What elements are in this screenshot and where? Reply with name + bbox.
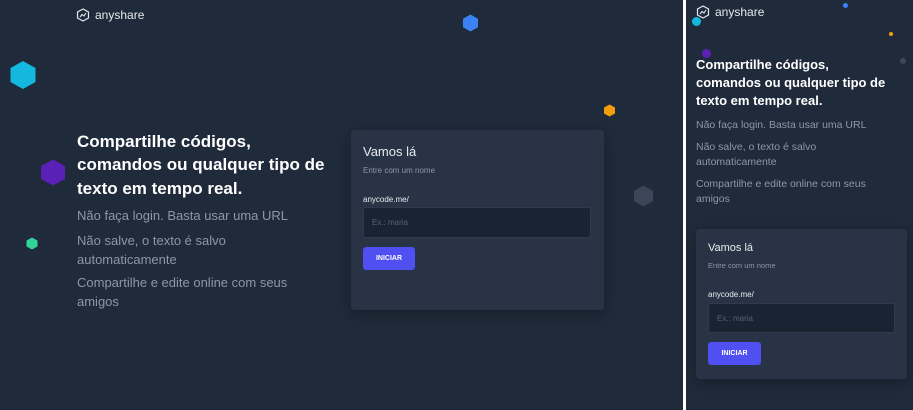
hero-title: Compartilhe códigos, comandos ou qualque… bbox=[696, 56, 911, 110]
feature-no-login: Não faça login. Basta usar uma URL bbox=[696, 118, 866, 133]
feature-line: automaticamente bbox=[696, 156, 777, 169]
brand-name: anyshare bbox=[95, 8, 145, 22]
feature-line: Compartilhe e edite online com seus bbox=[77, 275, 288, 290]
feature-share-online: Compartilhe e edite online com seus amig… bbox=[77, 274, 287, 312]
logo-icon bbox=[76, 8, 90, 22]
name-input[interactable] bbox=[363, 207, 591, 238]
feature-no-login: Não faça login. Basta usar uma URL bbox=[77, 207, 288, 226]
url-prefix-label: anycode.me/ bbox=[363, 195, 409, 204]
dot-orange-decoration bbox=[889, 32, 893, 36]
hexagon-gray-decoration bbox=[634, 185, 653, 207]
card-title: Vamos lá bbox=[363, 144, 417, 159]
feature-line: Não faça login. Basta usar uma URL bbox=[696, 119, 867, 131]
hexagon-purple-decoration bbox=[41, 159, 65, 186]
feature-line: automaticamente bbox=[77, 251, 177, 267]
hero-title-line: comandos ou qualquer tipo de bbox=[77, 155, 325, 175]
dot-blue-decoration bbox=[843, 3, 848, 8]
feature-autosave: Não salve, o texto é salvo automaticamen… bbox=[696, 140, 816, 170]
brand-logo[interactable]: anyshare bbox=[76, 8, 144, 22]
card-title: Vamos lá bbox=[708, 242, 754, 254]
feature-line: Não salve, o texto é salvo bbox=[696, 141, 817, 153]
login-card: Vamos lá Entre com um nome anycode.me/ I… bbox=[696, 229, 907, 379]
hexagon-orange-decoration bbox=[604, 104, 615, 117]
hero-title-line: texto em tempo real. bbox=[77, 178, 243, 198]
hero-title: Compartilhe códigos, comandos ou qualque… bbox=[77, 130, 347, 200]
hero-title-line: texto em tempo real. bbox=[696, 92, 823, 108]
mobile-view: anyshare Compartilhe códigos, comandos o… bbox=[686, 0, 913, 410]
hexagon-green-decoration bbox=[26, 237, 38, 250]
name-input[interactable] bbox=[708, 303, 895, 333]
feature-line: amigos bbox=[77, 293, 119, 309]
url-prefix-label: anycode.me/ bbox=[708, 290, 754, 299]
feature-share-online: Compartilhe e edite online com seus amig… bbox=[696, 177, 866, 207]
desktop-view: anyshare Compartilhe códigos, comandos o… bbox=[0, 0, 683, 410]
hero-title-line: Compartilhe códigos, bbox=[696, 57, 829, 72]
feature-line: amigos bbox=[696, 193, 730, 206]
hexagon-cyan-decoration bbox=[10, 61, 36, 89]
card-subtitle: Entre com um nome bbox=[363, 166, 436, 175]
hero-title-line: Compartilhe códigos, bbox=[77, 132, 251, 151]
brand-logo[interactable]: anyshare bbox=[696, 5, 764, 19]
hexagon-blue-decoration bbox=[463, 14, 478, 32]
feature-line: Não faça login. Basta usar uma URL bbox=[77, 208, 288, 223]
feature-line: Compartilhe e edite online com seus bbox=[696, 178, 866, 190]
card-subtitle: Entre com um nome bbox=[708, 261, 776, 270]
start-button[interactable]: INICIAR bbox=[708, 342, 761, 365]
dot-cyan-decoration bbox=[692, 17, 701, 26]
hero-title-line: comandos ou qualquer tipo de bbox=[696, 74, 886, 90]
feature-line: Não salve, o texto é salvo bbox=[77, 233, 226, 248]
feature-autosave: Não salve, o texto é salvo automaticamen… bbox=[77, 232, 226, 270]
login-card: Vamos lá Entre com um nome anycode.me/ I… bbox=[351, 130, 604, 310]
start-button[interactable]: INICIAR bbox=[363, 247, 415, 270]
brand-name: anyshare bbox=[715, 5, 765, 19]
